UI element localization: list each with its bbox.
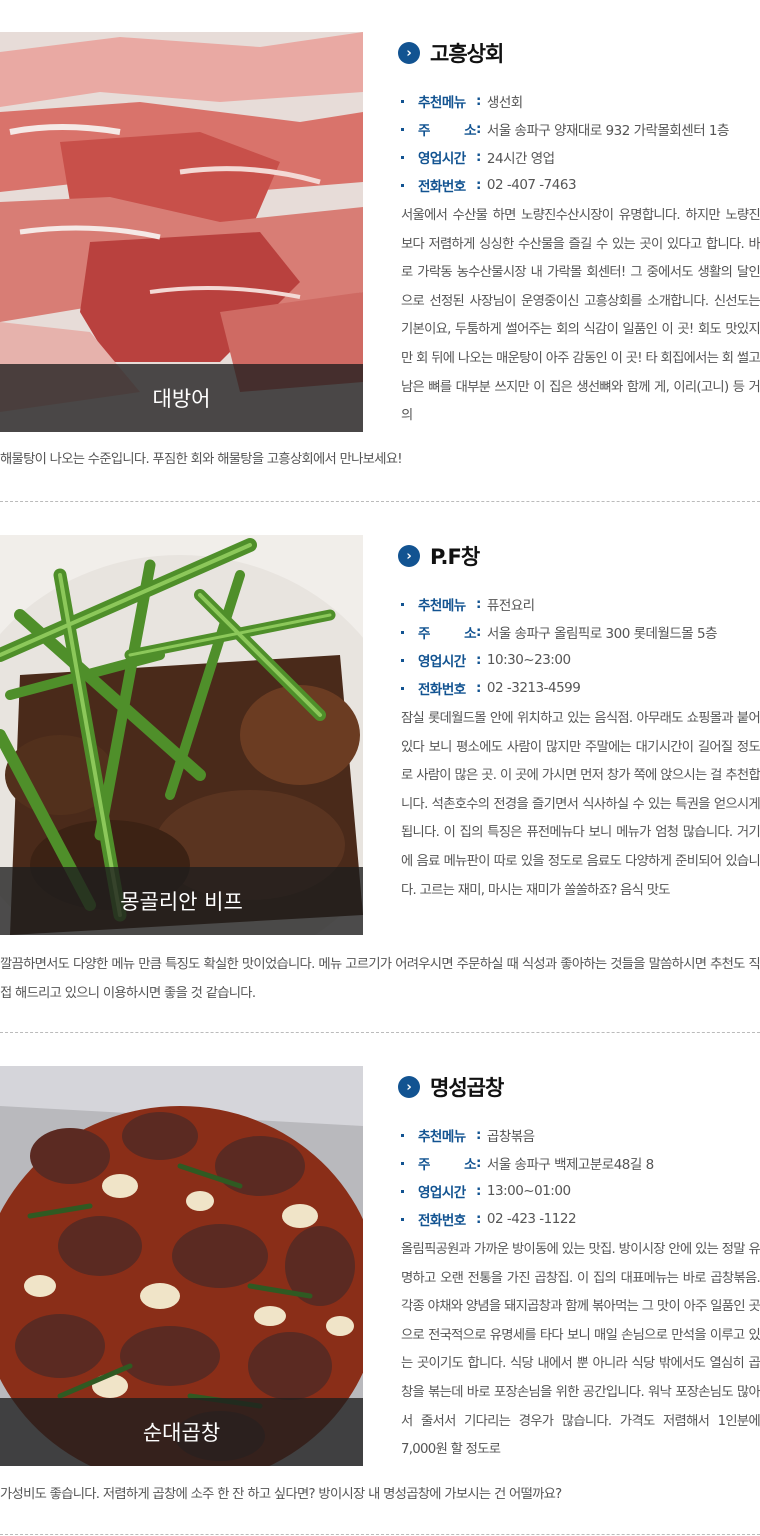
label-part: 주 [418, 123, 430, 139]
info-label: 추천메뉴 [418, 1129, 466, 1145]
colon: : [476, 121, 481, 137]
colon: : [476, 1127, 481, 1143]
bullet-icon [401, 1133, 404, 1137]
info-value: 퓨전요리 [486, 598, 535, 614]
colon: : [476, 652, 481, 668]
colon: : [476, 680, 481, 696]
info-hours: 영업시간: 13:00~01:00 [398, 1177, 760, 1205]
info-value: 서울 송파구 백제고분로48길 8 [486, 1157, 654, 1173]
info-phone: 전화번호: 02 -423 -1122 [398, 1205, 760, 1233]
info-hours: 영업시간: 24시간 영업 [398, 143, 760, 171]
info-hours: 영업시간: 10:30~23:00 [398, 646, 760, 674]
photo-caption: 순대곱창 [0, 1398, 363, 1466]
food-photo: 몽골리안 비프 [0, 535, 363, 935]
label-part: 소 [464, 123, 476, 139]
info-menu: 추천메뉴: 곱창볶음 [398, 1121, 760, 1149]
restaurant-info-list: 추천메뉴: 퓨전요리 주소: 서울 송파구 올림픽로 300 롯데월드몰 5층 … [398, 590, 760, 702]
colon: : [476, 93, 481, 109]
photo-caption: 몽골리안 비프 [0, 867, 363, 935]
food-photo: 대방어 [0, 32, 363, 432]
bullet-icon [401, 127, 404, 131]
restaurant-description-continued: 깔끔하면서도 다양한 메뉴 만큼 특징도 확실한 맛이었습니다. 메뉴 고르기가… [0, 957, 760, 1001]
restaurant-description: 잠실 롯데월드몰 안에 위치하고 있는 음식점. 아무래도 쇼핑몰과 붙어있다 … [401, 711, 760, 898]
info-label: 주소 [418, 1153, 476, 1173]
info-value: 02 -423 -1122 [486, 1211, 577, 1227]
info-value: 02 -407 -7463 [486, 177, 577, 193]
info-address: 주소: 서울 송파구 백제고분로48길 8 [398, 1149, 760, 1177]
restaurant-description-continued: 해물탕이 나오는 수준입니다. 푸짐한 회와 해물탕을 고흥상회에서 만나보세요… [0, 452, 403, 467]
info-menu: 추천메뉴: 생선회 [398, 87, 760, 115]
bullet-icon [401, 1217, 404, 1221]
food-photo: 순대곱창 [0, 1066, 363, 1466]
info-address: 주소: 서울 송파구 올림픽로 300 롯데월드몰 5층 [398, 618, 760, 646]
restaurant-title-row: › 명성곱창 [398, 1072, 504, 1102]
info-label: 추천메뉴 [418, 95, 466, 111]
restaurant-name: P.F창 [430, 545, 480, 569]
info-label: 영업시간 [418, 151, 466, 167]
info-label: 주소 [418, 622, 476, 642]
bullet-icon [401, 658, 404, 662]
chevron-right-circle-icon: › [398, 1076, 420, 1098]
label-part: 주 [418, 1157, 430, 1173]
bullet-icon [401, 630, 404, 634]
label-part: 주 [418, 626, 430, 642]
info-value: 생선회 [486, 95, 523, 111]
section-divider [0, 501, 760, 502]
info-label: 전화번호 [418, 682, 466, 698]
section-divider [0, 1032, 760, 1033]
restaurant-description: 서울에서 수산물 하면 노량진수산시장이 유명합니다. 하지만 노량진 보다 저… [401, 208, 760, 424]
info-phone: 전화번호: 02 -3213-4599 [398, 674, 760, 702]
info-label: 영업시간 [418, 1185, 466, 1201]
bullet-icon [401, 99, 404, 103]
info-label: 추천메뉴 [418, 598, 466, 614]
photo-caption: 대방어 [0, 364, 363, 432]
chevron-right-circle-icon: › [398, 545, 420, 567]
info-value: 02 -3213-4599 [486, 680, 581, 696]
bullet-icon [401, 183, 404, 187]
colon: : [476, 624, 481, 640]
info-value: 24시간 영업 [486, 151, 555, 167]
restaurant-title-row: › P.F창 [398, 541, 480, 571]
colon: : [476, 596, 481, 612]
colon: : [476, 1155, 481, 1171]
info-phone: 전화번호: 02 -407 -7463 [398, 171, 760, 199]
restaurant-name: 명성곱창 [430, 1076, 504, 1100]
restaurant-description: 올림픽공원과 가까운 방이동에 있는 맛집. 방이시장 안에 있는 정말 유명하… [401, 1242, 760, 1458]
restaurant-info-list: 추천메뉴: 곱창볶음 주소: 서울 송파구 백제고분로48길 8 영업시간: 1… [398, 1121, 760, 1233]
info-value: 서울 송파구 양재대로 932 가락몰회센터 1층 [486, 123, 730, 139]
label-part: 소 [464, 626, 476, 642]
colon: : [476, 1211, 481, 1227]
bullet-icon [401, 155, 404, 159]
bullet-icon [401, 1189, 404, 1193]
section-divider [0, 1534, 760, 1535]
restaurant-description-continued: 가성비도 좋습니다. 저렴하게 곱창에 소주 한 잔 하고 싶다면? 방이시장 … [0, 1487, 562, 1502]
colon: : [476, 1183, 481, 1199]
info-label: 주소 [418, 119, 476, 139]
colon: : [476, 149, 481, 165]
bullet-icon [401, 602, 404, 606]
bullet-icon [401, 686, 404, 690]
info-value: 10:30~23:00 [486, 652, 571, 668]
info-label: 전화번호 [418, 1213, 466, 1229]
info-value: 13:00~01:00 [486, 1183, 571, 1199]
info-label: 전화번호 [418, 179, 466, 195]
bullet-icon [401, 1161, 404, 1165]
info-value: 서울 송파구 올림픽로 300 롯데월드몰 5층 [486, 626, 718, 642]
info-address: 주소: 서울 송파구 양재대로 932 가락몰회센터 1층 [398, 115, 760, 143]
label-part: 소 [464, 1157, 476, 1173]
colon: : [476, 177, 481, 193]
info-value: 곱창볶음 [486, 1129, 535, 1145]
info-label: 영업시간 [418, 654, 466, 670]
info-menu: 추천메뉴: 퓨전요리 [398, 590, 760, 618]
chevron-right-circle-icon: › [398, 42, 420, 64]
restaurant-title-row: › 고흥상회 [398, 38, 504, 68]
restaurant-name: 고흥상회 [430, 42, 504, 66]
restaurant-info-list: 추천메뉴: 생선회 주소: 서울 송파구 양재대로 932 가락몰회센터 1층 … [398, 87, 760, 199]
